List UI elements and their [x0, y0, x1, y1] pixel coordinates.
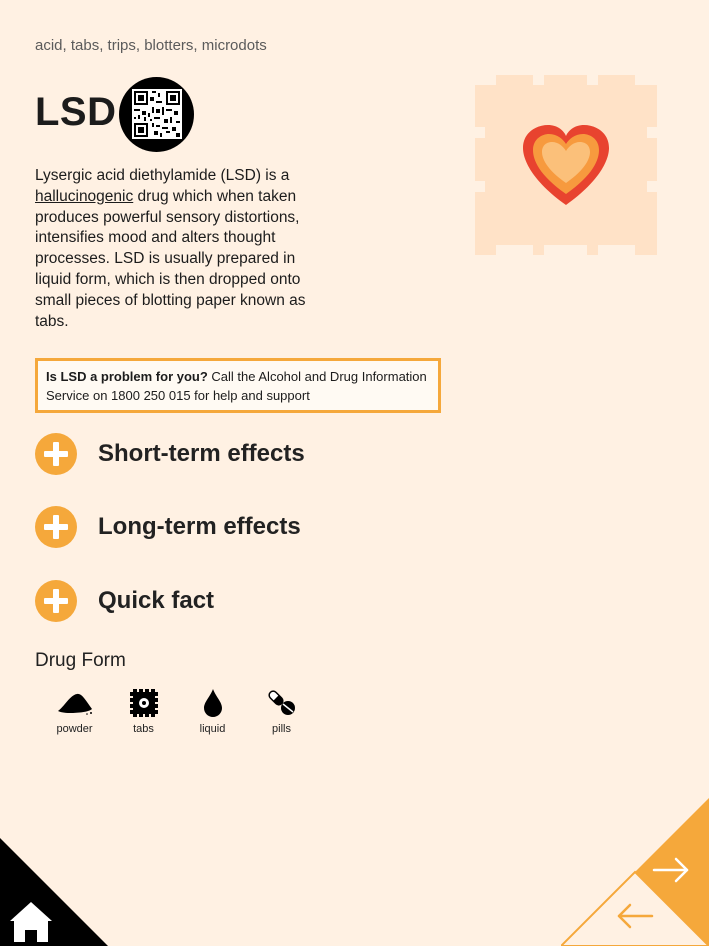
- accordion-long-term-effects[interactable]: Long-term effects: [35, 506, 301, 548]
- pills-icon: [267, 690, 295, 715]
- description-text: Lysergic acid diethylamide (LSD) is a: [35, 167, 290, 184]
- drug-form-label: powder: [56, 723, 93, 735]
- accordion-short-term-effects[interactable]: Short-term effects: [35, 433, 305, 475]
- powder-icon: [57, 693, 92, 715]
- drug-form-liquid: liquid: [178, 688, 247, 735]
- drug-form-label: liquid: [199, 723, 226, 735]
- page-title: LSD: [35, 90, 117, 134]
- drug-form-heading: Drug Form: [35, 650, 126, 671]
- blotter-tab-heart-illustration: [475, 75, 657, 255]
- help-question: Is LSD a problem for you?: [46, 369, 208, 384]
- accordion-label: Long-term effects: [98, 513, 301, 540]
- tab-icon: [129, 689, 158, 717]
- drug-form-tabs: tabs: [109, 688, 178, 735]
- drug-form-label: pills: [272, 723, 291, 735]
- drug-form-pills: pills: [247, 688, 316, 735]
- qr-code-icon: [132, 89, 182, 139]
- drug-form-powder: powder: [40, 688, 109, 735]
- hallucinogenic-link[interactable]: hallucinogenic: [35, 188, 133, 205]
- plus-icon: [35, 433, 77, 475]
- drug-description: Lysergic acid diethylamide (LSD) is a ha…: [35, 166, 335, 332]
- accordion-quick-fact[interactable]: Quick fact: [35, 580, 214, 622]
- accordion-label: Short-term effects: [98, 440, 305, 467]
- page-navigation: [561, 798, 709, 946]
- droplet-icon: [203, 689, 222, 717]
- plus-icon: [35, 506, 77, 548]
- drug-aliases: acid, tabs, trips, blotters, microdots: [35, 37, 267, 54]
- drug-form-list: powder tabs liquid pills: [40, 688, 316, 735]
- accordion-label: Quick fact: [98, 587, 215, 614]
- help-banner: Is LSD a problem for you? Call the Alcoh…: [35, 358, 441, 413]
- description-text-continued: drug which when taken produces powerful …: [35, 187, 306, 330]
- home-button[interactable]: [0, 838, 108, 946]
- qr-code[interactable]: [119, 77, 194, 152]
- drug-form-label: tabs: [133, 723, 154, 735]
- plus-icon: [35, 580, 77, 622]
